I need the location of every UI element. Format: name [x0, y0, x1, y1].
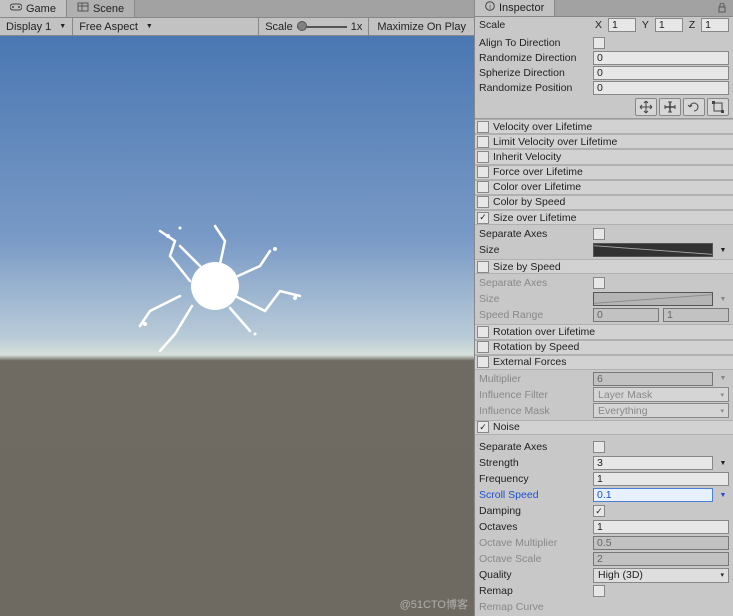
noise-sep-checkbox[interactable]	[593, 441, 605, 453]
display-dropdown[interactable]: Display 1▼	[0, 18, 73, 35]
info-icon: i	[485, 1, 495, 14]
scene-icon	[77, 2, 89, 15]
scale-z-input[interactable]: 1	[701, 18, 729, 32]
tab-inspector[interactable]: i Inspector	[475, 0, 555, 16]
frequency-input[interactable]: 1	[593, 472, 729, 486]
remap-checkbox[interactable]	[593, 585, 605, 597]
module-velocity-lifetime[interactable]: Velocity over Lifetime	[475, 119, 733, 134]
maximize-button[interactable]: Maximize On Play	[369, 18, 474, 35]
tab-game[interactable]: Game	[0, 0, 67, 17]
quality-dropdown[interactable]: High (3D)▾	[593, 568, 729, 583]
chevron-down-icon: ▼	[59, 23, 66, 30]
module-external-forces[interactable]: External Forces	[475, 355, 733, 370]
module-noise[interactable]: Noise	[475, 420, 733, 435]
rand-dir-input[interactable]: 0	[593, 51, 729, 65]
lock-icon[interactable]	[711, 0, 733, 16]
game-toolbar: Display 1▼ Free Aspect▼ Scale 1x Maximiz…	[0, 18, 474, 36]
module-rotation-lifetime[interactable]: Rotation over Lifetime	[475, 324, 733, 339]
right-tabs: i Inspector	[475, 0, 733, 17]
tool-move-icon[interactable]	[635, 98, 657, 116]
tab-game-label: Game	[26, 3, 56, 15]
align-checkbox[interactable]	[593, 37, 605, 49]
tool-scale-icon[interactable]	[707, 98, 729, 116]
module-size-speed[interactable]: Size by Speed	[475, 259, 733, 274]
scroll-speed-input[interactable]: 0.1	[593, 488, 713, 502]
scale-slider[interactable]: Scale 1x	[259, 18, 369, 35]
shape-toolbar	[475, 96, 733, 119]
tab-inspector-label: Inspector	[499, 2, 544, 14]
octaves-input[interactable]: 1	[593, 520, 729, 534]
rand-pos-input[interactable]: 0	[593, 81, 729, 95]
tab-scene-label: Scene	[93, 3, 124, 15]
module-force-lifetime[interactable]: Force over Lifetime	[475, 165, 733, 180]
aspect-dropdown[interactable]: Free Aspect▼	[73, 18, 259, 35]
tool-cross-icon[interactable]	[659, 98, 681, 116]
scale-x-input[interactable]: 1	[608, 18, 636, 32]
spher-dir-input[interactable]: 0	[593, 66, 729, 80]
tool-rotate-icon[interactable]	[683, 98, 705, 116]
module-rotation-speed[interactable]: Rotation by Speed	[475, 340, 733, 355]
damping-checkbox[interactable]	[593, 505, 605, 517]
spherize-direction-row: Spherize Direction 0	[475, 66, 733, 81]
module-inherit-velocity[interactable]: Inherit Velocity	[475, 149, 733, 164]
curve-dropdown-icon[interactable]: ▼	[717, 247, 729, 254]
tab-scene[interactable]: Scene	[67, 0, 135, 17]
module-color-lifetime[interactable]: Color over Lifetime	[475, 180, 733, 195]
strength-input[interactable]: 3	[593, 456, 713, 470]
module-limit-velocity[interactable]: Limit Velocity over Lifetime	[475, 134, 733, 149]
scale-row: Scale X1 Y1 Z1	[475, 17, 733, 32]
left-tabs: Game Scene	[0, 0, 474, 18]
chevron-down-icon: ▼	[146, 23, 153, 30]
game-viewport: @51CTO博客	[0, 36, 474, 616]
randomize-direction-row: Randomize Direction 0	[475, 51, 733, 66]
scale-y-input[interactable]: 1	[655, 18, 683, 32]
randomize-position-row: Randomize Position 0	[475, 81, 733, 96]
module-color-speed[interactable]: Color by Speed	[475, 195, 733, 210]
size-curve[interactable]	[593, 243, 713, 257]
game-icon	[10, 2, 22, 15]
module-size-lifetime[interactable]: Size over Lifetime	[475, 210, 733, 225]
align-direction-row: Align To Direction	[475, 36, 733, 51]
size-speed-curve	[593, 292, 713, 306]
sep-axes-checkbox[interactable]	[593, 228, 605, 240]
